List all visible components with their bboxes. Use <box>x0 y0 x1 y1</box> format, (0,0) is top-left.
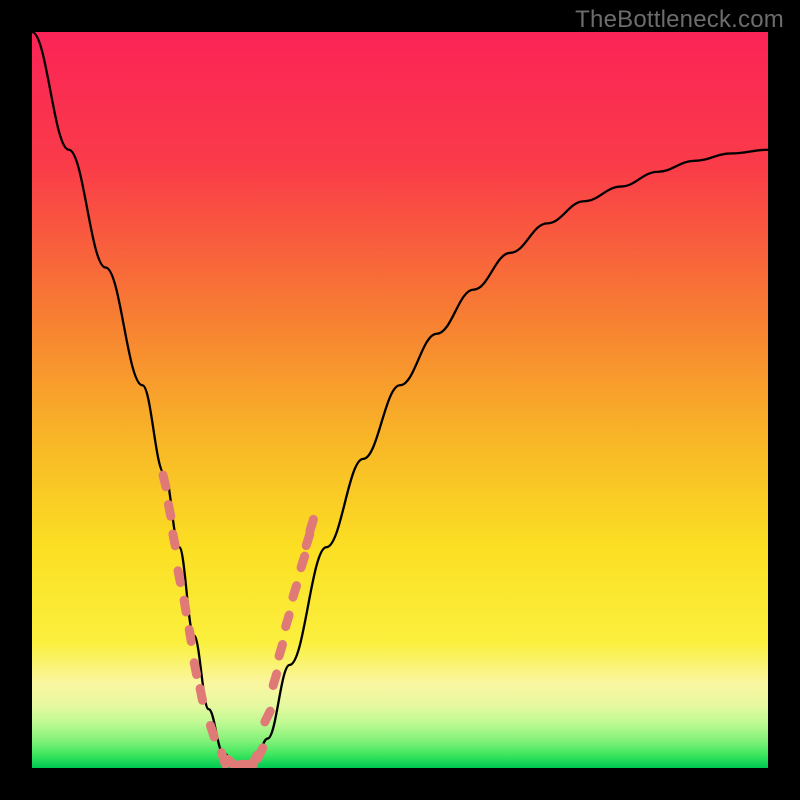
marker-left <box>173 534 175 546</box>
marker-right <box>293 586 297 597</box>
marker-right <box>301 556 305 567</box>
plot-area <box>32 32 768 768</box>
bottleneck-curve <box>32 32 768 768</box>
marker-right <box>265 711 270 722</box>
marker-right <box>286 615 289 626</box>
chart-frame: TheBottleneck.com <box>0 0 800 800</box>
marker-right <box>273 674 276 685</box>
marker-left <box>189 630 191 642</box>
marker-left <box>194 663 196 675</box>
watermark-text: TheBottleneck.com <box>575 6 784 34</box>
v-curve <box>32 32 768 768</box>
marker-right <box>310 519 314 530</box>
curve-layer <box>32 32 768 768</box>
marker-left <box>210 726 214 737</box>
curve-markers <box>163 475 313 768</box>
marker-left <box>168 505 170 517</box>
marker-bottom <box>257 748 262 759</box>
marker-left <box>184 600 186 612</box>
marker-left <box>163 475 166 487</box>
marker-left <box>200 689 202 701</box>
marker-left <box>178 571 180 583</box>
marker-right <box>306 534 310 545</box>
marker-right <box>279 644 282 655</box>
